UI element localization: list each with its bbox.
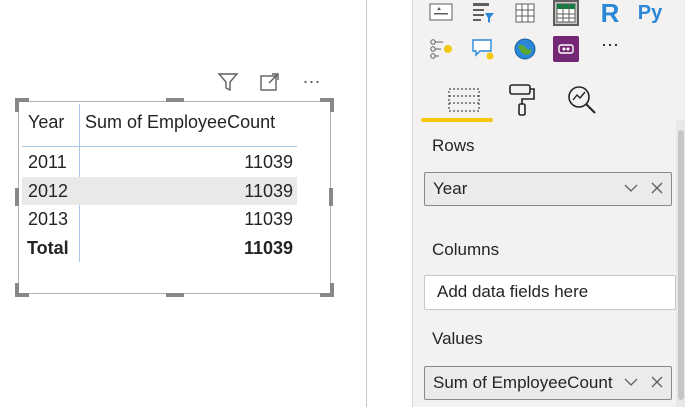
- python-visual-label: Py: [637, 1, 663, 24]
- resize-handle-top-left[interactable]: [15, 98, 29, 112]
- r-visual-label: R: [600, 0, 620, 28]
- resize-handle-bottom-left[interactable]: [15, 283, 29, 297]
- rows-well-label: Rows: [432, 136, 475, 155]
- columns-placeholder: Add data fields here: [437, 282, 589, 301]
- matrix-icon[interactable]: [553, 0, 579, 26]
- values-field-pill[interactable]: Sum of EmployeeCount: [424, 366, 672, 400]
- header-divider: [22, 146, 297, 147]
- values-well-label: Values: [432, 329, 483, 348]
- filter-icon[interactable]: [216, 70, 240, 94]
- rows-field-name: Year: [433, 179, 468, 198]
- total-label: Total: [27, 238, 69, 258]
- table-icon[interactable]: [512, 0, 538, 26]
- resize-handle-bottom[interactable]: [166, 293, 184, 297]
- values-field-name: Sum of EmployeeCount: [433, 373, 613, 392]
- python-visual-icon[interactable]: Py: [637, 0, 663, 26]
- resize-handle-left[interactable]: [15, 188, 19, 206]
- slicer-icon[interactable]: [470, 0, 496, 26]
- more-visuals-label: ⋯: [601, 34, 619, 55]
- format-tab[interactable]: [502, 82, 542, 118]
- table-row[interactable]: 2012 11039: [22, 177, 297, 205]
- resize-handle-top-right[interactable]: [320, 98, 334, 112]
- resize-handle-bottom-right[interactable]: [320, 283, 334, 297]
- row-year: 2011: [28, 152, 67, 172]
- row-value: 11039: [244, 181, 293, 201]
- table-total-row[interactable]: Total 11039: [22, 234, 297, 262]
- resize-handle-right[interactable]: [329, 188, 333, 206]
- more-options-label: ⋯: [302, 71, 322, 92]
- chevron-down-icon[interactable]: [623, 374, 639, 395]
- analytics-tab[interactable]: [562, 82, 602, 118]
- fields-tab[interactable]: [444, 82, 484, 118]
- pane-scrollbar-thumb[interactable]: [678, 130, 684, 400]
- power-apps-icon[interactable]: [553, 36, 579, 62]
- arcgis-map-icon[interactable]: [512, 36, 538, 62]
- more-visuals-icon[interactable]: ⋯: [597, 32, 623, 58]
- pane-gap: [367, 0, 412, 407]
- rows-field-pill[interactable]: Year: [424, 172, 672, 206]
- column-header-sum-employeecount[interactable]: Sum of EmployeeCount: [85, 104, 275, 146]
- chevron-down-icon[interactable]: [623, 180, 639, 201]
- resize-handle-top[interactable]: [166, 98, 184, 102]
- focus-mode-icon[interactable]: [257, 70, 281, 94]
- row-year: 2012: [28, 181, 69, 201]
- column-header-year[interactable]: Year: [28, 104, 64, 146]
- key-influencers-icon[interactable]: [428, 36, 454, 62]
- close-icon[interactable]: [650, 180, 664, 201]
- active-tab-indicator: [421, 118, 493, 122]
- qa-icon[interactable]: [470, 36, 496, 62]
- card-icon[interactable]: [428, 0, 454, 26]
- table-row[interactable]: 2013 11039: [22, 205, 297, 233]
- r-visual-icon[interactable]: R: [597, 0, 623, 28]
- row-year: 2013: [28, 209, 69, 229]
- more-options-icon[interactable]: ⋯: [300, 70, 324, 94]
- total-value: 11039: [243, 238, 293, 258]
- row-value: 11039: [244, 209, 293, 229]
- table-row[interactable]: 2011 11039: [22, 148, 297, 176]
- columns-drop-zone[interactable]: Add data fields here: [424, 275, 676, 310]
- row-value: 11039: [244, 152, 293, 172]
- close-icon[interactable]: [650, 374, 664, 395]
- columns-well-label: Columns: [432, 240, 500, 259]
